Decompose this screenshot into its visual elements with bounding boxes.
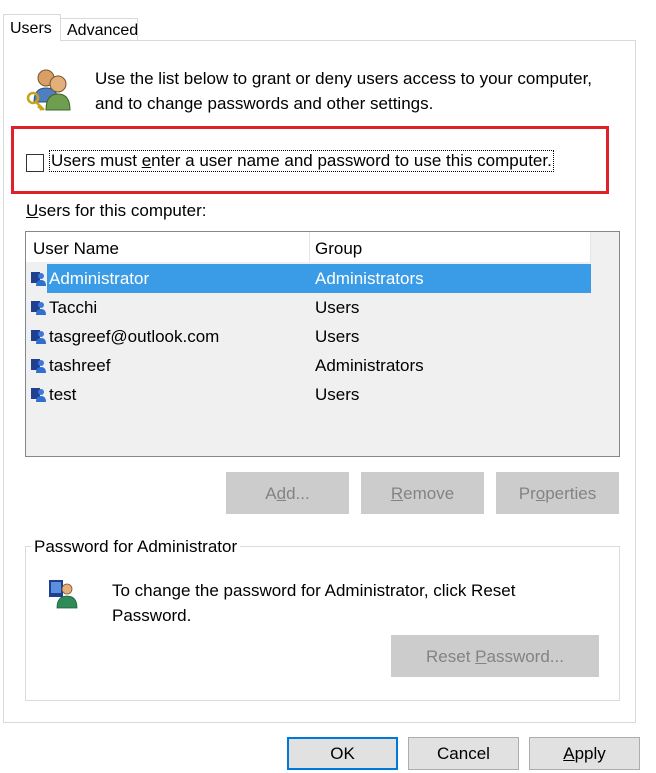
group-cell: Users xyxy=(315,385,360,404)
cancel-button[interactable]: Cancel xyxy=(408,737,519,770)
tab-advanced-label: Advanced xyxy=(67,22,139,39)
users-list-header: User Name Group xyxy=(26,232,591,262)
user-icon xyxy=(31,359,46,373)
users-list[interactable]: User Name Group Administrator Administra… xyxy=(25,231,620,457)
table-row[interactable]: Tacchi Users xyxy=(26,293,591,322)
group-cell: Administrators xyxy=(315,269,424,288)
user-icon xyxy=(31,272,46,286)
group-cell: Users xyxy=(315,298,360,317)
table-row[interactable]: test Users xyxy=(26,380,591,409)
users-keys-icon xyxy=(24,66,74,114)
user-name-cell: Administrator xyxy=(49,269,150,288)
column-separator[interactable] xyxy=(590,232,591,262)
table-row[interactable]: Administrator Administrators xyxy=(26,264,591,293)
reset-password-button[interactable]: Reset Password... xyxy=(391,635,599,677)
tab-users-label: Users xyxy=(10,20,52,37)
add-button[interactable]: Add... xyxy=(226,472,349,514)
require-login-label[interactable]: Users must enter a user name and passwor… xyxy=(49,150,554,172)
remove-button[interactable]: Remove xyxy=(361,472,484,514)
intro-text-line2: and to change passwords and other settin… xyxy=(95,94,434,113)
user-password-icon xyxy=(47,578,79,610)
user-icon xyxy=(31,388,46,402)
user-name-cell: tashreef xyxy=(49,356,111,375)
table-row[interactable]: tasgreef@outlook.com Users xyxy=(26,322,591,351)
column-group[interactable]: Group xyxy=(315,232,362,262)
user-name-cell: tasgreef@outlook.com xyxy=(49,327,220,346)
user-name-cell: test xyxy=(49,385,77,404)
password-group-legend: Password for Administrator xyxy=(31,537,241,557)
group-cell: Users xyxy=(315,327,360,346)
user-icon xyxy=(31,301,46,315)
users-list-caption: Users for this computer: xyxy=(26,201,207,220)
tab-users[interactable]: Users xyxy=(3,14,61,41)
intro-text-line1: Use the list below to grant or deny user… xyxy=(95,69,593,88)
ok-button[interactable]: OK xyxy=(287,737,398,770)
column-user-name[interactable]: User Name xyxy=(33,232,119,262)
password-help-line1: To change the password for Administrator… xyxy=(112,581,516,600)
apply-button[interactable]: Apply xyxy=(529,737,640,770)
table-row[interactable]: tashreef Administrators xyxy=(26,351,591,380)
user-name-cell: Tacchi xyxy=(49,298,98,317)
require-login-checkbox[interactable] xyxy=(26,154,44,172)
column-separator[interactable] xyxy=(309,232,310,262)
password-help-line2: Password. xyxy=(112,606,192,625)
properties-button[interactable]: Properties xyxy=(496,472,619,514)
user-icon xyxy=(31,330,46,344)
group-cell: Administrators xyxy=(315,356,424,375)
tab-advanced[interactable]: Advanced xyxy=(60,18,138,41)
